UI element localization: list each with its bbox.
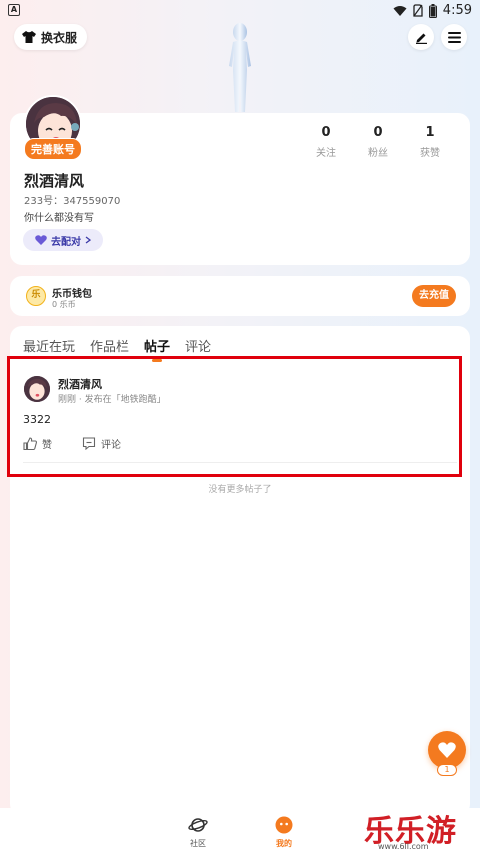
hamburger-menu-icon <box>447 31 461 43</box>
no-sim-icon <box>413 4 423 17</box>
tab-posts[interactable]: 帖子 <box>144 336 171 362</box>
user-id: 233号：347559070 <box>24 196 121 207</box>
bio: 你什么都没有写 <box>24 213 94 224</box>
nav-mine[interactable]: 我的 <box>264 816 304 849</box>
tab-comments[interactable]: 评论 <box>185 336 211 355</box>
tab-recently-played[interactable]: 最近在玩 <box>23 336 75 355</box>
avatar-model-figure[interactable] <box>215 20 265 115</box>
stat-likes[interactable]: 1 获赞 <box>404 125 456 159</box>
username: 烈酒清风 <box>24 172 85 190</box>
followers-count: 0 <box>373 125 383 140</box>
likes-count: 1 <box>425 125 435 140</box>
match-label: 去配对 <box>51 236 81 248</box>
clock: 4:59 <box>442 3 472 18</box>
status-icons: 4:59 <box>393 3 472 18</box>
wallet-card[interactable]: 乐 乐币钱包 0 乐币 去充值 <box>10 276 470 316</box>
watermark: 乐乐游戏 www.6ll.com <box>364 806 480 854</box>
stat-following[interactable]: 0 关注 <box>300 125 352 159</box>
change-outfit-label: 换衣服 <box>41 30 78 45</box>
wallet-balance: 0 乐币 <box>52 300 76 309</box>
change-outfit-button[interactable]: 换衣服 <box>14 24 88 50</box>
watermark-url: www.6ll.com <box>378 842 429 851</box>
face-icon <box>275 816 293 834</box>
following-count: 0 <box>321 125 331 140</box>
floating-like-count: 1 <box>437 764 457 776</box>
tab-works[interactable]: 作品栏 <box>90 336 129 355</box>
tab-posts-label: 帖子 <box>144 340 171 355</box>
heart-icon <box>438 742 456 758</box>
match-button[interactable]: 去配对 <box>23 229 103 251</box>
stat-followers[interactable]: 0 粉丝 <box>352 125 404 159</box>
followers-label: 粉丝 <box>368 148 388 159</box>
chevron-right-icon <box>85 236 91 244</box>
following-label: 关注 <box>316 148 336 159</box>
nav-mine-label: 我的 <box>276 839 292 848</box>
likes-label: 获赞 <box>420 148 440 159</box>
edit-profile-button[interactable] <box>408 24 434 50</box>
no-more-posts: 没有更多帖子了 <box>208 485 272 495</box>
battery-icon <box>428 3 437 18</box>
planet-icon <box>188 818 208 832</box>
app-notification-icon: A <box>8 4 20 16</box>
shirt-icon <box>22 31 36 43</box>
pen-icon <box>415 33 427 44</box>
status-bar: A 4:59 <box>0 0 480 22</box>
complete-account-badge[interactable]: 完善账号 <box>24 138 82 160</box>
tab-bar: 最近在玩 作品栏 帖子 评论 <box>23 336 211 362</box>
menu-button[interactable] <box>441 24 467 50</box>
nav-community-label: 社区 <box>190 839 206 848</box>
wallet-title: 乐币钱包 <box>52 289 92 300</box>
profile-card: 完善账号 0 关注 0 粉丝 1 获赞 烈酒清风 233号：347559070 … <box>10 95 470 265</box>
wifi-icon <box>393 5 407 16</box>
coin-icon: 乐 <box>26 286 46 306</box>
recharge-button[interactable]: 去充值 <box>412 285 456 307</box>
highlight-box <box>7 356 462 477</box>
heart-icon <box>35 235 47 245</box>
nav-community[interactable]: 社区 <box>178 816 218 849</box>
stats-row: 0 关注 0 粉丝 1 获赞 <box>300 125 456 159</box>
